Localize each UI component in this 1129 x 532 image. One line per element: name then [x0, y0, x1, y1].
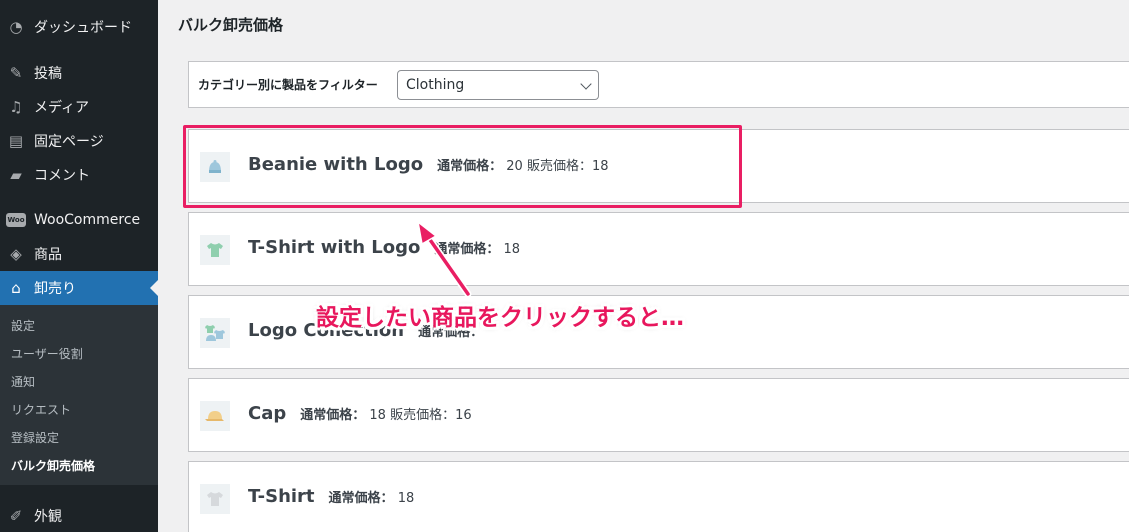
menu-label: 外観 [34, 509, 62, 525]
submenu-notifications[interactable]: 通知 [11, 372, 35, 392]
box-icon: ◈ [10, 245, 22, 263]
menu-label: 投稿 [34, 66, 62, 82]
regular-price-label: 通常価格： [300, 408, 366, 423]
annotation-text: 設定したい商品をクリックすると… [316, 305, 684, 331]
filter-label: カテゴリー別に製品をフィルター [198, 78, 378, 92]
submenu-bulk-wholesale[interactable]: バルク卸売価格 [11, 456, 95, 476]
media-icon: ♫ [9, 98, 23, 116]
regular-price: 18 [369, 408, 386, 423]
product-row[interactable]: T-Shirt with Logo 通常価格： 18 [188, 212, 1129, 286]
menu-label: メディア [34, 100, 90, 116]
collection-icon [200, 318, 230, 348]
submenu-registration[interactable]: 登録設定 [11, 428, 59, 448]
menu-products[interactable]: ◈ 商品 [0, 237, 158, 271]
comment-icon: ▰ [10, 166, 22, 184]
menu-media[interactable]: ♫ メディア [0, 90, 158, 124]
tshirt-icon [200, 484, 230, 514]
tshirt-icon [200, 235, 230, 265]
sale-price: 16 [455, 408, 472, 423]
page-title: バルク卸売価格 [178, 16, 284, 34]
admin-sidebar: ◔ ダッシュボード ✎ 投稿 ♫ メディア ▤ 固定ページ ▰ コメント Woo… [0, 0, 158, 532]
dashboard-icon: ◔ [9, 18, 23, 36]
woocommerce-icon: Woo [6, 213, 26, 227]
menu-posts[interactable]: ✎ 投稿 [0, 56, 158, 90]
regular-price-label: 通常価格： [434, 242, 500, 257]
brush-icon: ✐ [9, 507, 23, 525]
regular-price-label: 通常価格： [328, 491, 394, 506]
menu-wholesale[interactable]: ⌂ 卸売り [0, 271, 158, 305]
product-name: Cap [248, 403, 287, 424]
submenu-settings[interactable]: 設定 [11, 316, 35, 336]
wholesale-submenu: 設定 ユーザー役割 通知 リクエスト 登録設定 バルク卸売価格 [0, 305, 158, 485]
cap-icon [200, 401, 230, 431]
submenu-user-roles[interactable]: ユーザー役割 [11, 344, 83, 364]
sale-price-label: 販売価格： [390, 408, 456, 423]
category-filter: カテゴリー別に製品をフィルター Clothing [188, 61, 1129, 108]
menu-label: 卸売り [34, 281, 76, 297]
store-icon: ⌂ [11, 279, 21, 297]
menu-label: 固定ページ [34, 134, 104, 150]
menu-dashboard[interactable]: ◔ ダッシュボード [0, 10, 158, 44]
product-name: T-Shirt [248, 486, 315, 507]
category-select[interactable]: Clothing [397, 70, 599, 100]
menu-pages[interactable]: ▤ 固定ページ [0, 124, 158, 158]
submenu-requests[interactable]: リクエスト [11, 400, 71, 420]
pin-icon: ✎ [9, 64, 23, 82]
menu-label: ダッシュボード [34, 20, 132, 36]
menu-label: WooCommerce [34, 212, 141, 228]
chevron-down-icon [580, 78, 592, 90]
highlight-box [183, 125, 742, 208]
product-row[interactable]: Cap 通常価格： 18 販売価格：16 [188, 378, 1129, 452]
regular-price: 18 [503, 242, 521, 257]
product-row[interactable]: T-Shirt 通常価格： 18 [188, 461, 1129, 532]
menu-comments[interactable]: ▰ コメント [0, 158, 158, 192]
menu-label: コメント [34, 168, 90, 184]
select-value: Clothing [406, 77, 465, 93]
page-icon: ▤ [8, 132, 24, 150]
menu-label: 商品 [34, 247, 62, 263]
product-name: T-Shirt with Logo [248, 237, 421, 258]
menu-appearance[interactable]: ✐ 外観 [0, 499, 158, 532]
regular-price: 18 [397, 491, 415, 506]
menu-woocommerce[interactable]: Woo WooCommerce [0, 203, 158, 237]
